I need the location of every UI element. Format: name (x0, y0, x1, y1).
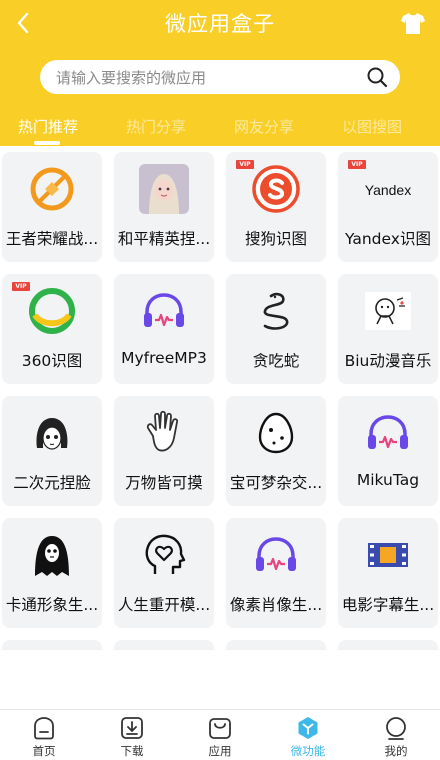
app-label: 人生重开模... (117, 596, 211, 614)
nav-label: 应用 (208, 744, 232, 758)
app-label: MyfreeMP3 (121, 349, 207, 367)
nav-label: 下载 (120, 744, 144, 758)
app-label: Biu动漫音乐 (344, 352, 432, 370)
app-card[interactable]: 二次元捏脸 (2, 396, 102, 506)
theme-button[interactable] (400, 10, 426, 36)
ghost-icon (35, 536, 69, 576)
app-card[interactable] (338, 640, 438, 650)
app-label: 像素肖像生... (229, 596, 323, 614)
app-card[interactable]: VIP 搜狗识图 (226, 152, 326, 262)
search-input[interactable]: 请输入要搜索的微应用 (56, 67, 206, 88)
app-card[interactable]: MikuTag (338, 396, 438, 506)
tab-user-share[interactable]: 网友分享 (234, 116, 294, 137)
app-card[interactable]: 万物皆可摸 (114, 396, 214, 506)
tab-image-search[interactable]: 以图搜图 (342, 116, 402, 137)
head-heart-icon (145, 534, 186, 574)
tshirt-icon (401, 13, 425, 34)
app-card[interactable]: 贪吃蛇 (226, 274, 326, 384)
app-label: 电影字幕生... (341, 596, 435, 614)
chevron-left-icon (17, 12, 29, 34)
nav-apps[interactable]: 应用 (176, 710, 264, 760)
app-card[interactable]: 电影字幕生... (338, 518, 438, 628)
search-icon[interactable] (366, 66, 388, 88)
svg-text:Yandex: Yandex (365, 182, 411, 198)
app-card[interactable] (114, 640, 214, 650)
apps-bag-icon (209, 718, 231, 739)
app-card[interactable]: 卡通形象生... (2, 518, 102, 628)
app-label: 和平精英捏... (117, 230, 211, 248)
app-card[interactable]: 宝可梦杂交... (226, 396, 326, 506)
app-card[interactable]: VIP Yandex Yandex识图 (338, 152, 438, 262)
app-card[interactable]: 像素肖像生... (226, 518, 326, 628)
tab-hot-share[interactable]: 热门分享 (126, 116, 186, 137)
app-label: 卡通形象生... (5, 596, 99, 614)
app-label: Yandex识图 (345, 230, 431, 248)
headphones-icon (368, 415, 408, 449)
profile-icon (386, 717, 406, 740)
film-strip-icon (368, 543, 408, 567)
app-label: 360识图 (21, 352, 83, 370)
app-card[interactable]: 人生重开模... (114, 518, 214, 628)
app-card[interactable]: 王者荣耀战... (2, 152, 102, 262)
nav-label: 首页 (32, 744, 56, 758)
tab-hot-recommend[interactable]: 热门推荐 (18, 116, 78, 137)
app-card[interactable] (2, 640, 102, 650)
app-card[interactable]: VIP 360识图 (2, 274, 102, 384)
peace-elite-avatar-icon (139, 164, 189, 214)
active-tab-indicator (34, 141, 60, 145)
app-header: 微应用盒子 请输入要搜索的微应用 热门推荐 热门分享 网友分享 以图搜图 (0, 0, 440, 146)
page-title: 微应用盒子 (165, 12, 275, 36)
app-card[interactable]: Biu动漫音乐 (338, 274, 438, 384)
egg-icon (258, 412, 294, 454)
sogou-icon (252, 165, 300, 213)
anime-doodle-icon (365, 292, 411, 330)
search-bar[interactable]: 请输入要搜索的微应用 (40, 60, 400, 94)
nav-download[interactable]: 下载 (88, 710, 176, 760)
headphones-icon (144, 293, 184, 327)
app-label: MikuTag (356, 471, 420, 489)
micro-function-icon (298, 717, 318, 739)
app-grid: 王者荣耀战... 和平精英捏... VIP 搜狗识图 VIP Yandex Ya… (0, 146, 440, 650)
nav-micro-function[interactable]: 微功能 (264, 710, 352, 760)
nav-profile[interactable]: 我的 (352, 710, 440, 760)
app-label: 王者荣耀战... (5, 230, 99, 248)
hand-icon (146, 410, 179, 452)
back-button[interactable] (8, 6, 38, 40)
app-card[interactable]: MyfreeMP3 (114, 274, 214, 384)
360-icon (29, 288, 75, 334)
nav-label: 微功能 (290, 744, 326, 758)
category-tabs: 热门推荐 热门分享 网友分享 以图搜图 (0, 112, 440, 146)
app-card[interactable] (226, 640, 326, 650)
home-icon (34, 717, 54, 740)
snake-icon (263, 292, 289, 330)
honor-of-kings-icon (30, 167, 74, 211)
app-label: 二次元捏脸 (13, 474, 91, 492)
app-label: 万物皆可摸 (125, 474, 203, 492)
yandex-icon: Yandex (365, 182, 411, 198)
app-label: 搜狗识图 (244, 230, 307, 248)
headphones-icon (256, 537, 296, 571)
download-icon (121, 717, 143, 739)
bottom-nav: 首页 下载 应用 微功能 我的 (0, 709, 440, 760)
nav-label: 我的 (384, 744, 408, 758)
nav-home[interactable]: 首页 (0, 710, 88, 760)
anime-face-icon (36, 418, 68, 450)
app-label: 宝可梦杂交... (229, 474, 323, 492)
top-bar: 微应用盒子 (0, 0, 440, 46)
app-label: 贪吃蛇 (252, 352, 300, 370)
app-card[interactable]: 和平精英捏... (114, 152, 214, 262)
